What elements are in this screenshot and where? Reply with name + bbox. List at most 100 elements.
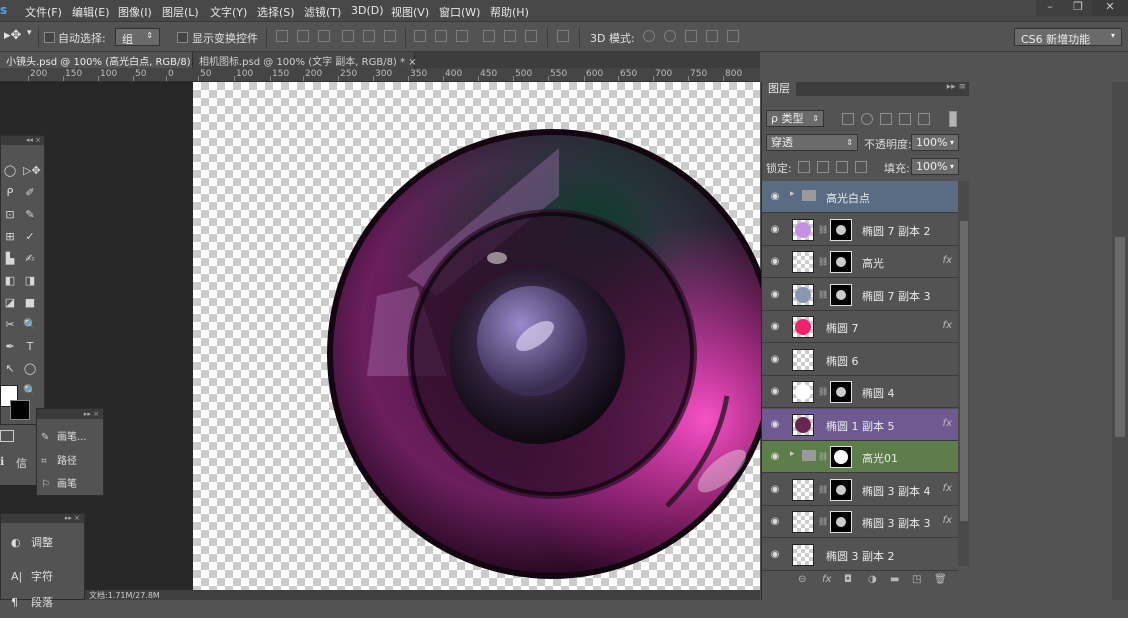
layer-row[interactable]: ◉ ▸ 高光白点 — [762, 181, 958, 213]
layer-row[interactable]: ◉ ▸ ⛓ 高光01 — [762, 441, 958, 473]
layer-effects-icon[interactable]: fx — [943, 515, 952, 526]
3d-pan-icon[interactable] — [685, 30, 697, 42]
type-icon[interactable]: T — [23, 340, 37, 354]
align-left-icon[interactable] — [342, 30, 354, 42]
layer-row[interactable]: ◉ 椭圆 1 副本 5 fx — [762, 408, 958, 441]
brush-icon[interactable]: ✓ — [23, 230, 37, 244]
layer-thumbnail[interactable] — [792, 283, 814, 306]
filter-pixel-icon[interactable] — [842, 113, 854, 125]
menu-image[interactable]: 图像(I) — [118, 4, 152, 20]
auto-align-icon[interactable] — [557, 30, 569, 42]
distribute-vcenter-icon[interactable] — [435, 30, 447, 42]
layer-thumbnail[interactable] — [792, 478, 814, 501]
scrollbar-thumb[interactable] — [1115, 237, 1125, 437]
close-tab-icon[interactable]: × — [408, 57, 416, 68]
info-icon[interactable]: ℹ — [0, 455, 4, 468]
layer-thumbnail[interactable] — [792, 218, 814, 241]
stamp-icon[interactable]: ▙ — [3, 252, 17, 266]
delete-layer-icon[interactable]: 🗑 — [934, 574, 947, 585]
path-select-icon[interactable]: ↖ — [3, 362, 17, 376]
layer-mask-thumbnail[interactable] — [830, 381, 852, 403]
visibility-eye-icon[interactable]: ◉ — [768, 451, 782, 463]
panel-item-paths[interactable]: ⌗ 路径 — [41, 451, 103, 473]
new-group-icon[interactable]: ▬ — [890, 574, 899, 585]
panel-header[interactable]: ▸▸ × — [1, 514, 84, 523]
history-brush-icon[interactable]: ✍ — [23, 252, 37, 266]
align-bottom-icon[interactable] — [318, 30, 330, 42]
3d-scale-icon[interactable] — [727, 30, 739, 42]
layer-row[interactable]: ◉ ⛓ 高光 fx — [762, 246, 958, 278]
dock-scrollbar[interactable] — [1112, 82, 1128, 600]
distribute-top-icon[interactable] — [414, 30, 426, 42]
align-vcenter-icon[interactable] — [297, 30, 309, 42]
visibility-eye-icon[interactable]: ◉ — [768, 289, 782, 301]
visibility-eye-icon[interactable]: ◉ — [768, 321, 782, 333]
workspace-dropdown[interactable]: CS6 新增功能 ▾ — [1014, 28, 1122, 46]
layer-effects-icon[interactable]: fx — [943, 418, 952, 429]
panel-header[interactable]: ▸▸ × — [37, 409, 103, 419]
layer-mask-thumbnail[interactable] — [830, 478, 852, 501]
layer-thumbnail[interactable] — [792, 381, 814, 403]
menu-help[interactable]: 帮助(H) — [490, 4, 529, 20]
layer-effects-icon[interactable]: fx — [943, 320, 952, 331]
layer-thumbnail[interactable] — [792, 543, 814, 566]
visibility-eye-icon[interactable]: ◉ — [768, 191, 782, 203]
minimize-button[interactable]: – — [1036, 0, 1064, 16]
panel-item-brush-presets[interactable]: ✎ 画笔... — [41, 427, 103, 449]
layer-thumbnail[interactable] — [792, 511, 814, 533]
mask-link-icon[interactable]: ⛓ — [818, 387, 828, 397]
menu-select[interactable]: 选择(S) — [257, 4, 295, 20]
blend-mode-dropdown[interactable]: 穿透 ⇕ — [766, 134, 858, 151]
layer-mask-thumbnail[interactable] — [830, 251, 852, 273]
zoom-icon[interactable]: 🔍 — [23, 318, 37, 332]
pen-icon[interactable]: ✒ — [3, 340, 17, 354]
menu-window[interactable]: 窗口(W) — [439, 4, 480, 20]
layer-thumbnail[interactable] — [792, 316, 814, 338]
menu-type[interactable]: 文字(Y) — [210, 4, 247, 20]
layer-row[interactable]: ◉ ⛓ 椭圆 7 副本 2 — [762, 213, 958, 246]
layer-row[interactable]: ◉ ⛓ 椭圆 3 副本 4 fx — [762, 473, 958, 506]
align-hcenter-icon[interactable] — [363, 30, 375, 42]
distribute-hcenter-icon[interactable] — [504, 30, 516, 42]
align-right-icon[interactable] — [384, 30, 396, 42]
zoom-out-icon[interactable]: 🔍 — [23, 384, 37, 398]
menu-layer[interactable]: 图层(L) — [162, 4, 199, 20]
opacity-input[interactable]: 100% ▾ — [911, 134, 959, 151]
mask-link-icon[interactable]: ⛓ — [818, 517, 828, 527]
visibility-eye-icon[interactable]: ◉ — [768, 419, 782, 431]
layer-thumbnail[interactable] — [792, 348, 814, 371]
auto-select-checkbox[interactable] — [44, 32, 55, 43]
close-window-button[interactable]: ✕ — [1092, 0, 1128, 16]
new-layer-icon[interactable]: ◳ — [912, 574, 921, 585]
mask-link-icon[interactable]: ⛓ — [818, 452, 828, 462]
filter-smart-object-icon[interactable] — [918, 113, 930, 125]
blur-icon[interactable]: ◪ — [3, 296, 17, 310]
layer-row[interactable]: ◉ 椭圆 6 — [762, 343, 958, 376]
quick-select-icon[interactable]: ✐ — [23, 186, 37, 200]
layer-thumbnail[interactable] — [792, 413, 814, 436]
healing-icon[interactable]: ⊞ — [3, 230, 17, 244]
filter-adjustment-icon[interactable] — [861, 113, 873, 125]
eraser-icon[interactable]: ◧ — [3, 274, 17, 288]
auto-select-dropdown[interactable]: 组 ⇕ — [115, 28, 160, 46]
tab-layers[interactable]: 图层 — [762, 82, 796, 96]
mask-link-icon[interactable]: ⛓ — [818, 290, 828, 300]
layer-effects-icon[interactable]: fx — [943, 483, 952, 494]
layer-row[interactable]: ◉ ⛓ 椭圆 3 副本 3 fx — [762, 506, 958, 538]
restore-button[interactable]: ❐ — [1064, 0, 1092, 16]
tab-lens-doc[interactable]: 小镜头.psd @ 100% (高光白点, RGB/8) × — [0, 52, 202, 68]
filter-type-icon[interactable] — [880, 113, 892, 125]
layer-mask-thumbnail[interactable] — [830, 218, 852, 241]
visibility-eye-icon[interactable]: ◉ — [768, 386, 782, 398]
mask-link-icon[interactable]: ⛓ — [818, 485, 828, 495]
align-top-icon[interactable] — [276, 30, 288, 42]
menu-file[interactable]: 文件(F) — [25, 4, 62, 20]
layer-row[interactable]: ◉ 椭圆 3 副本 2 — [762, 538, 958, 566]
lock-all-icon[interactable] — [855, 161, 867, 173]
distribute-bottom-icon[interactable] — [456, 30, 468, 42]
visibility-eye-icon[interactable]: ◉ — [768, 484, 782, 496]
lasso-icon[interactable]: ᑭ — [3, 186, 17, 200]
show-transform-checkbox[interactable] — [177, 32, 188, 43]
lock-transparent-icon[interactable] — [798, 161, 810, 173]
crop-icon[interactable]: ⊡ — [3, 208, 17, 222]
